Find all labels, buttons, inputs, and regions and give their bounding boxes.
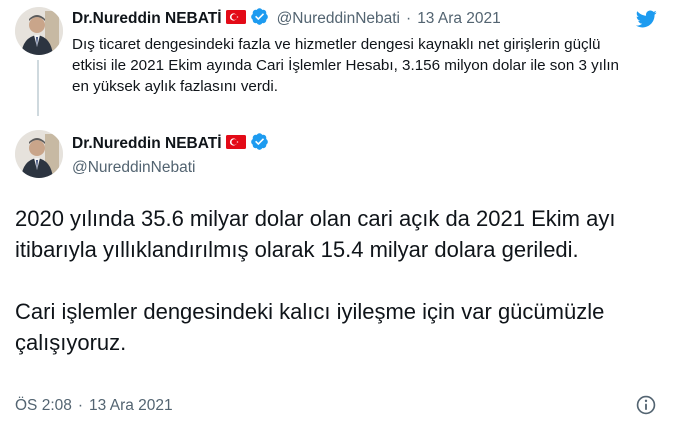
tweet-date[interactable]: 13 Ara 2021 bbox=[417, 10, 501, 28]
handle[interactable]: @NureddinNebati bbox=[277, 10, 400, 28]
tweet-header: Dr.Nureddin NEBATİ @NureddinNebati · 13 … bbox=[72, 7, 501, 31]
parent-tweet-text: Dış ticaret dengesindeki fazla ve hizmet… bbox=[72, 36, 620, 95]
turkey-flag-icon bbox=[225, 9, 246, 29]
info-icon[interactable] bbox=[635, 394, 657, 421]
display-name[interactable]: Dr.Nureddin NEBATİ bbox=[72, 10, 222, 28]
tweet-header: Dr.Nureddin NEBATİ bbox=[72, 132, 269, 156]
verified-badge-icon bbox=[250, 132, 269, 156]
separator: · bbox=[77, 397, 84, 414]
tweet-time[interactable]: ÖS 2:08 bbox=[15, 397, 72, 415]
turkey-flag-icon bbox=[225, 134, 246, 154]
separator: · bbox=[406, 10, 412, 27]
avatar-image bbox=[15, 7, 63, 55]
verified-badge-icon bbox=[250, 7, 269, 31]
thread-line bbox=[37, 60, 39, 116]
tweet-date[interactable]: 13 Ara 2021 bbox=[89, 397, 173, 415]
tweet-paragraph: Cari işlemler dengesindeki kalıcı iyileş… bbox=[15, 299, 605, 355]
avatar[interactable] bbox=[15, 7, 63, 55]
handle[interactable]: @NureddinNebati bbox=[72, 159, 195, 177]
twitter-bird-icon[interactable] bbox=[633, 8, 659, 35]
tweet-paragraph: 2020 yılında 35.6 milyar dolar olan cari… bbox=[15, 206, 616, 262]
display-name[interactable]: Dr.Nureddin NEBATİ bbox=[72, 135, 222, 153]
avatar-image bbox=[15, 130, 63, 178]
tweet-text: 2020 yılında 35.6 milyar dolar olan cari… bbox=[15, 203, 655, 358]
tweet-timestamp[interactable]: ÖS 2:08 · 13 Ara 2021 bbox=[15, 397, 173, 415]
avatar[interactable] bbox=[15, 130, 63, 178]
